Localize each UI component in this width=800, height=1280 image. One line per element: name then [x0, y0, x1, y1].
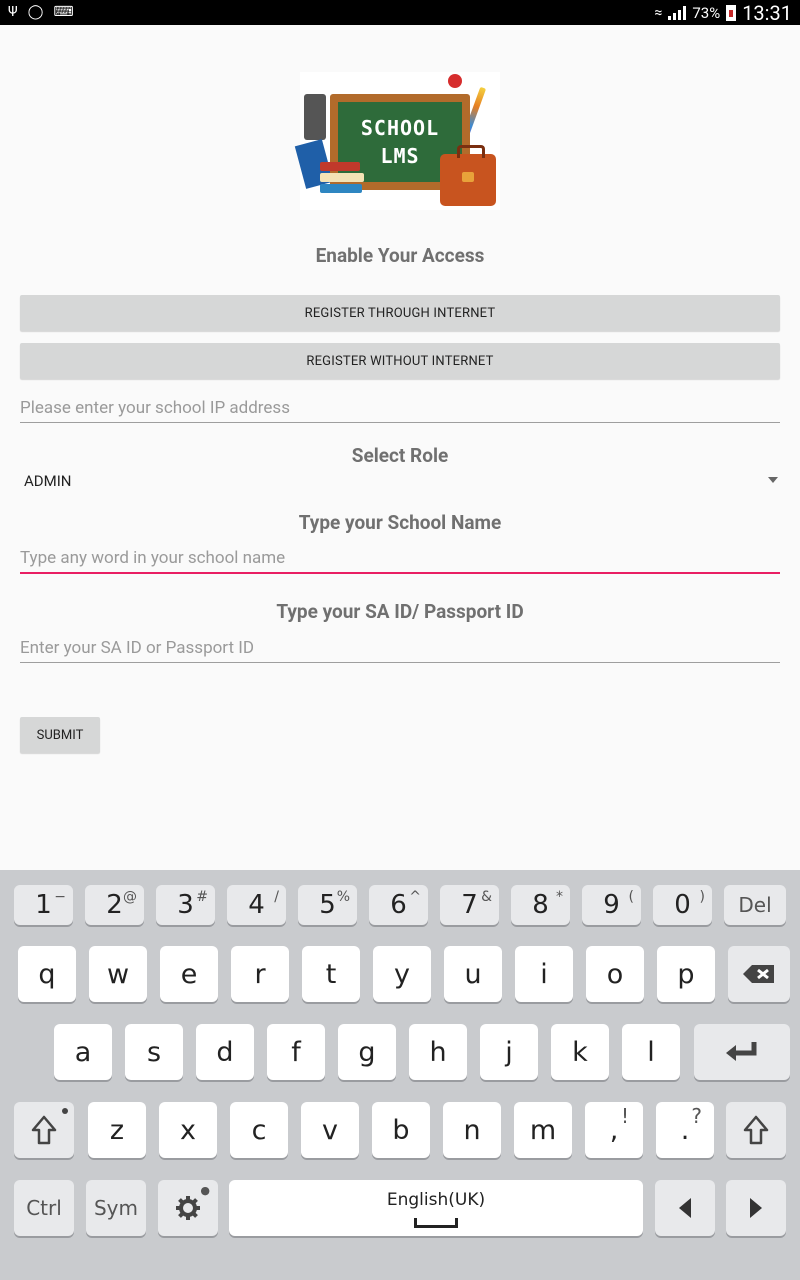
- key-t[interactable]: t: [302, 946, 360, 1002]
- school-name-field[interactable]: [20, 544, 780, 574]
- key-w[interactable]: w: [89, 946, 147, 1002]
- shift-indicator-dot: [62, 1108, 68, 1114]
- backspace-key[interactable]: [728, 946, 790, 1002]
- key-o[interactable]: o: [586, 946, 644, 1002]
- sync-icon: ◯: [27, 4, 44, 20]
- shift-icon: [31, 1115, 57, 1145]
- key-period[interactable]: .?: [656, 1102, 714, 1158]
- role-select[interactable]: ADMIN: [20, 466, 780, 496]
- battery-icon: [726, 4, 737, 21]
- key-f[interactable]: f: [267, 1024, 325, 1080]
- key-n[interactable]: n: [443, 1102, 501, 1158]
- school-name-label: Type your School Name: [298, 511, 502, 534]
- key-2[interactable]: 2 @: [85, 885, 144, 925]
- register-through-internet-button[interactable]: REGISTER THROUGH INTERNET: [20, 295, 780, 331]
- logo-text-line2: LMS: [380, 144, 420, 168]
- key-z[interactable]: z: [88, 1102, 146, 1158]
- shift-icon: [743, 1115, 769, 1145]
- shift-key-left[interactable]: [14, 1102, 74, 1158]
- key-q[interactable]: q: [18, 946, 76, 1002]
- key-j[interactable]: j: [480, 1024, 538, 1080]
- page-title: Enable Your Access: [315, 244, 485, 267]
- apple-icon: [448, 74, 462, 88]
- status-bar: Ψ ◯ ⌨ ≈ 73% 13:31: [0, 0, 800, 25]
- del-key[interactable]: Del: [724, 885, 786, 925]
- key-0[interactable]: 0): [653, 885, 712, 925]
- keyboard-icon: ⌨: [53, 4, 74, 20]
- arrow-left-icon: [679, 1198, 691, 1218]
- spacebar-icon: [414, 1218, 458, 1228]
- enter-key[interactable]: [694, 1024, 790, 1080]
- id-label: Type your SA ID/ Passport ID: [276, 600, 524, 623]
- key-k[interactable]: k: [551, 1024, 609, 1080]
- key-v[interactable]: v: [301, 1102, 359, 1158]
- key-g[interactable]: g: [338, 1024, 396, 1080]
- key-3[interactable]: 3 #: [156, 885, 215, 925]
- key-c[interactable]: c: [230, 1102, 288, 1158]
- calculator-icon: [304, 94, 326, 140]
- key-4[interactable]: 4/: [227, 885, 286, 925]
- dropdown-arrow-icon: [768, 477, 778, 483]
- school-lms-logo: SCHOOL LMS: [294, 72, 500, 210]
- key-m[interactable]: m: [514, 1102, 572, 1158]
- key-a[interactable]: a: [54, 1024, 112, 1080]
- key-8[interactable]: 8 *: [511, 885, 570, 925]
- signal-icon: [668, 5, 687, 20]
- enter-icon: [726, 1042, 757, 1061]
- key-1[interactable]: 1−: [14, 885, 73, 925]
- cursor-right-key[interactable]: [726, 1180, 786, 1236]
- soft-keyboard: 1− 2 @ 3 # 4/ 5% 6 ^ 7 & 8 * 9( 0) Del q w e …: [0, 870, 800, 1280]
- briefcase-icon: [440, 145, 496, 206]
- key-e[interactable]: e: [160, 946, 218, 1002]
- select-role-label: Select Role: [351, 444, 449, 467]
- arrow-right-icon: [750, 1198, 762, 1218]
- books-stack-icon: [320, 162, 368, 200]
- shift-key-right[interactable]: [726, 1102, 786, 1158]
- key-r[interactable]: r: [231, 946, 289, 1002]
- backspace-icon: [743, 965, 774, 983]
- key-7[interactable]: 7 &: [440, 885, 499, 925]
- ctrl-key[interactable]: Ctrl: [14, 1180, 74, 1236]
- key-comma[interactable]: ,!: [585, 1102, 643, 1158]
- key-u[interactable]: u: [444, 946, 502, 1002]
- cursor-left-key[interactable]: [655, 1180, 715, 1236]
- key-s[interactable]: s: [125, 1024, 183, 1080]
- logo-text-line1: SCHOOL: [360, 116, 440, 140]
- key-p[interactable]: p: [657, 946, 715, 1002]
- battery-percent: 73%: [692, 3, 721, 22]
- usb-icon: Ψ: [8, 4, 18, 20]
- key-5[interactable]: 5%: [298, 885, 357, 925]
- key-b[interactable]: b: [372, 1102, 430, 1158]
- register-without-internet-button[interactable]: REGISTER WITHOUT INTERNET: [20, 343, 780, 379]
- gear-icon: [176, 1196, 200, 1220]
- role-select-value: ADMIN: [24, 472, 72, 490]
- key-h[interactable]: h: [409, 1024, 467, 1080]
- sym-key[interactable]: Sym: [86, 1180, 146, 1236]
- space-key[interactable]: English(UK): [229, 1180, 643, 1236]
- wifi-icon: ≈: [654, 4, 663, 21]
- key-x[interactable]: x: [159, 1102, 217, 1158]
- key-9[interactable]: 9(: [582, 885, 641, 925]
- settings-key[interactable]: ●: [158, 1180, 218, 1236]
- mic-icon: ●: [200, 1184, 210, 1197]
- key-l[interactable]: l: [622, 1024, 680, 1080]
- key-d[interactable]: d: [196, 1024, 254, 1080]
- id-passport-field[interactable]: [20, 633, 780, 663]
- key-y[interactable]: y: [373, 946, 431, 1002]
- key-i[interactable]: i: [515, 946, 573, 1002]
- key-6[interactable]: 6 ^: [369, 885, 428, 925]
- submit-button[interactable]: SUBMIT: [20, 717, 100, 753]
- clock: 13:31: [742, 0, 792, 25]
- school-ip-field[interactable]: [20, 393, 780, 423]
